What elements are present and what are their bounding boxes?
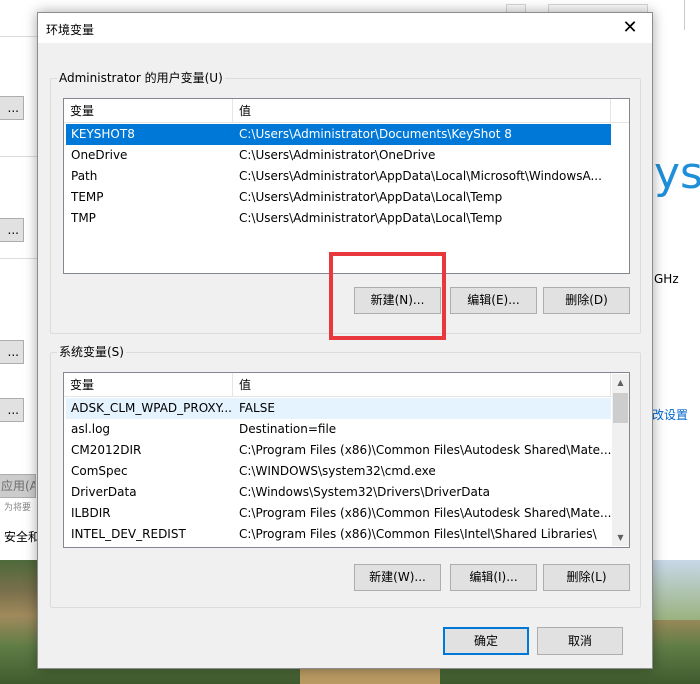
table-row[interactable]: Path C:\Users\Administrator\AppData\Loca… xyxy=(66,166,611,187)
variable-value: C:\Program Files (x86)\Common Files\Inte… xyxy=(239,527,597,541)
list-header: 变量 值 xyxy=(64,99,629,123)
cpu-speed-text: GHz xyxy=(654,272,679,286)
scrollbar-thumb[interactable] xyxy=(613,393,628,423)
cancel-button[interactable]: 取消 xyxy=(537,627,623,655)
table-row[interactable]: CM2012DIR C:\Program Files (x86)\Common … xyxy=(66,440,611,461)
table-row[interactable]: TMP C:\Users\Administrator\AppData\Local… xyxy=(66,208,611,229)
user-edit-button[interactable]: 编辑(E)... xyxy=(450,287,537,314)
system-variables-group: 系统变量(S) 变量 值 ADSK_CLM_WPAD_PROXY... FALS… xyxy=(50,344,641,608)
variable-name: TMP xyxy=(71,211,96,225)
windows-brand-text: ys 1 xyxy=(654,148,700,199)
variable-name: Path xyxy=(71,169,98,183)
variable-name: KEYSHOT8 xyxy=(71,127,135,141)
variable-name: CM2012DIR xyxy=(71,443,142,457)
environment-variables-dialog: 环境变量 ✕ Administrator 的用户变量(U) 变量 值 KEYSH… xyxy=(37,12,653,669)
table-row[interactable]: DriverData C:\Windows\System32\Drivers\D… xyxy=(66,482,611,503)
variable-value: C:\Users\Administrator\AppData\Local\Mic… xyxy=(239,169,602,183)
background-note: 为将要 xyxy=(4,503,32,513)
dialog-title: 环境变量 xyxy=(46,23,95,37)
column-header-value[interactable]: 值 xyxy=(233,373,613,397)
variable-value: Destination=file xyxy=(239,422,337,436)
ok-button[interactable]: 确定 xyxy=(443,627,529,655)
user-delete-button[interactable]: 删除(D) xyxy=(543,287,630,314)
variable-value: C:\WINDOWS\system32\cmd.exe xyxy=(239,464,436,478)
scroll-up-icon[interactable]: ▲ xyxy=(612,374,629,391)
variable-value: C:\Users\Administrator\OneDrive xyxy=(239,148,436,162)
system-delete-button[interactable]: 删除(L) xyxy=(543,564,630,591)
vertical-scrollbar[interactable]: ▲ ▼ xyxy=(612,374,629,546)
variable-name: ComSpec xyxy=(71,464,128,478)
user-variables-list[interactable]: 变量 值 KEYSHOT8 C:\Users\Administrator\Doc… xyxy=(63,98,630,274)
system-new-button[interactable]: 新建(W)... xyxy=(354,564,441,591)
variable-value: C:\Users\Administrator\AppData\Local\Tem… xyxy=(239,190,503,204)
table-row[interactable]: ILBDIR C:\Program Files (x86)\Common Fil… xyxy=(66,503,611,524)
system-variables-list[interactable]: 变量 值 ADSK_CLM_WPAD_PROXY... FALSE asl.lo… xyxy=(63,372,630,548)
variable-value: C:\Users\Administrator\Documents\KeyShot… xyxy=(239,127,512,141)
user-variables-label: Administrator 的用户变量(U) xyxy=(57,70,225,86)
variable-value: C:\Users\Administrator\AppData\Local\Tem… xyxy=(239,211,503,225)
divider xyxy=(0,36,40,37)
column-header-variable[interactable]: 变量 xyxy=(64,373,232,397)
list-header: 变量 值 xyxy=(64,373,629,397)
variable-name: asl.log xyxy=(71,422,111,436)
background-button: ... xyxy=(0,398,24,422)
column-header-variable[interactable]: 变量 xyxy=(64,99,232,123)
close-icon[interactable]: ✕ xyxy=(608,13,652,43)
background-system-panel: ys 1 GHz 改设置 xyxy=(652,0,700,560)
highlight-annotation xyxy=(329,252,446,340)
table-row[interactable]: TEMP C:\Users\Administrator\AppData\Loca… xyxy=(66,187,611,208)
background-apply-button: 应用(A) xyxy=(0,474,36,498)
variable-value: C:\Windows\System32\Drivers\DriverData xyxy=(239,485,490,499)
variable-name: ILBDIR xyxy=(71,506,111,520)
variable-value: C:\Program Files (x86)\Common Files\Auto… xyxy=(239,443,611,457)
background-button: ... xyxy=(0,218,24,242)
variable-value: FALSE xyxy=(239,401,275,415)
background-tab xyxy=(548,4,648,12)
change-settings-link: 改设置 xyxy=(652,408,689,422)
column-separator[interactable] xyxy=(610,99,611,123)
table-row[interactable]: INTEL_DEV_REDIST C:\Program Files (x86)\… xyxy=(66,524,611,545)
variable-name: INTEL_DEV_REDIST xyxy=(71,527,186,541)
background-tab xyxy=(506,4,526,12)
variable-value: C:\Program Files (x86)\Common Files\Auto… xyxy=(239,506,611,520)
table-row[interactable]: ComSpec C:\WINDOWS\system32\cmd.exe xyxy=(66,461,611,482)
column-header-value[interactable]: 值 xyxy=(233,99,613,123)
variable-name: DriverData xyxy=(71,485,137,499)
table-row[interactable]: OneDrive C:\Users\Administrator\OneDrive xyxy=(66,145,611,166)
table-row[interactable]: ADSK_CLM_WPAD_PROXY... FALSE xyxy=(66,398,611,419)
system-variables-label: 系统变量(S) xyxy=(57,344,126,360)
variable-name: OneDrive xyxy=(71,148,128,162)
scroll-down-icon[interactable]: ▼ xyxy=(612,529,629,546)
variable-name: TEMP xyxy=(71,190,104,204)
background-window-top xyxy=(40,0,652,12)
dialog-titlebar[interactable]: 环境变量 ✕ xyxy=(38,13,652,43)
table-row[interactable]: asl.log Destination=file xyxy=(66,419,611,440)
system-edit-button[interactable]: 编辑(I)... xyxy=(450,564,537,591)
variable-name: ADSK_CLM_WPAD_PROXY... xyxy=(71,401,232,415)
divider xyxy=(684,0,685,30)
background-button: ... xyxy=(0,340,24,364)
column-separator[interactable] xyxy=(610,373,611,397)
divider xyxy=(0,156,40,157)
table-row[interactable]: KEYSHOT8 C:\Users\Administrator\Document… xyxy=(66,124,611,145)
background-button: ... xyxy=(0,96,24,120)
background-security-label: 安全和 xyxy=(4,530,38,544)
divider xyxy=(0,258,40,259)
